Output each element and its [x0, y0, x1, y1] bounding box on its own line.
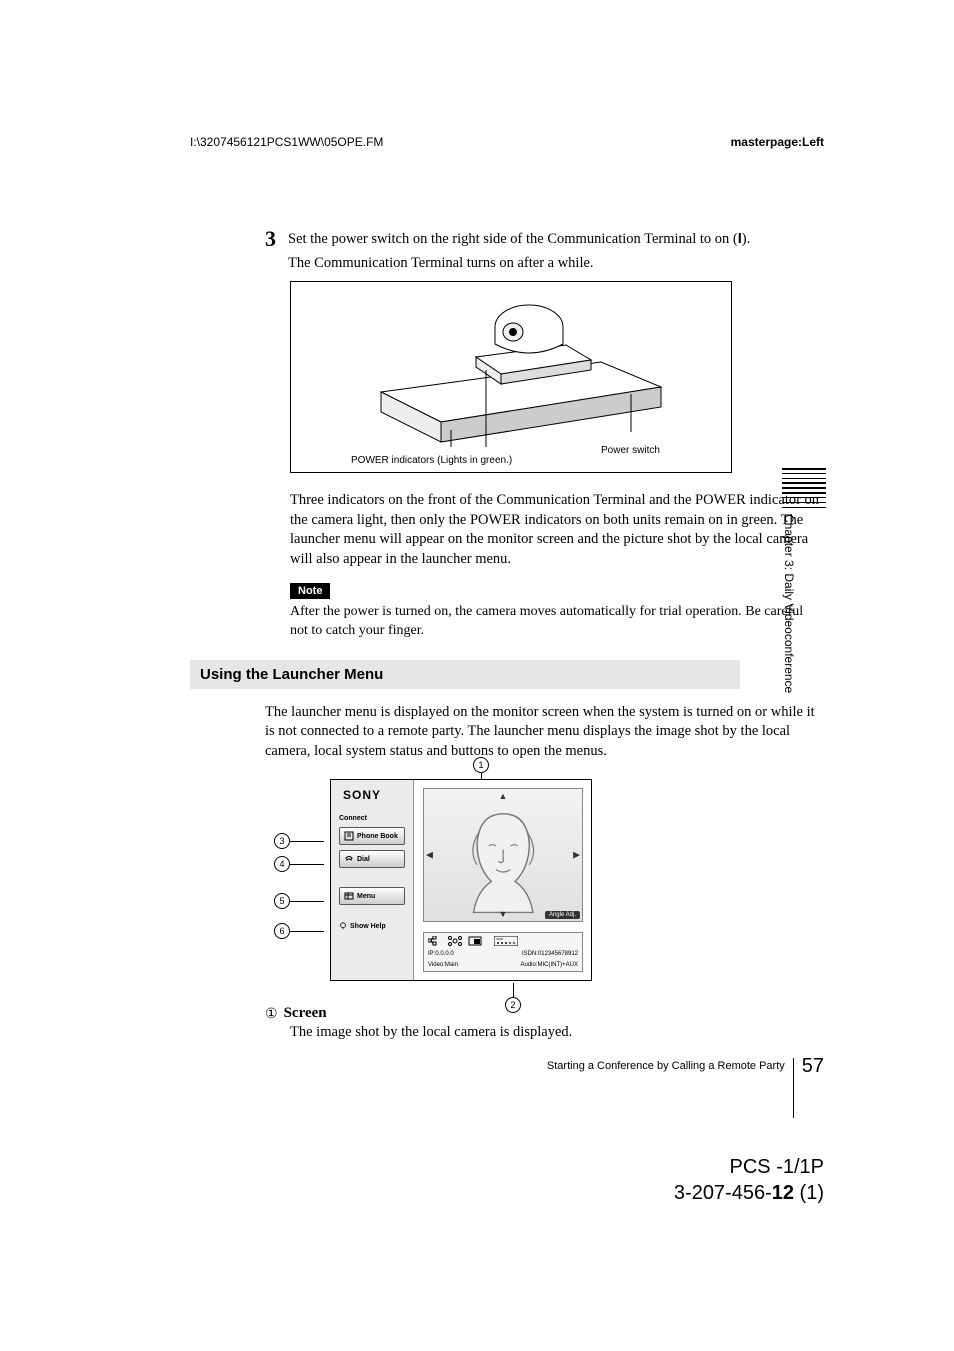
step-line1-a: Set the power switch on the right side o… — [288, 231, 738, 247]
svg-text:ISDN: ISDN — [496, 937, 503, 941]
header-masterpage: masterpage:Left — [731, 135, 824, 149]
launcher-sidebar: SONY Connect Phone Book Dial — [331, 780, 414, 980]
show-help-button[interactable]: Show Help — [339, 922, 386, 930]
step-3-block: 3 Set the power switch on the right side… — [265, 230, 824, 273]
callout-6-num: 6 — [274, 923, 290, 939]
status-video: Video:Main — [428, 962, 458, 968]
doc-id-2a: 3-207-456- — [674, 1182, 772, 1204]
section-heading-launcher: Using the Launcher Menu — [190, 660, 740, 689]
paragraph-after-figure1: Three indicators on the front of the Com… — [290, 491, 824, 569]
step-number: 3 — [265, 228, 276, 271]
launcher-intro: The launcher menu is displayed on the mo… — [265, 703, 824, 762]
callout-2-num: 2 — [505, 997, 521, 1013]
footer-text: Starting a Conference by Calling a Remot… — [547, 1060, 785, 1072]
display-icon — [468, 936, 482, 946]
step-line2: The Communication Terminal turns on afte… — [288, 254, 824, 274]
network-icon — [428, 936, 442, 946]
figure-launcher-wrap: 1 3 4 5 6 SONY — [280, 779, 640, 981]
doc-id-line1: PCS -1/1P — [674, 1154, 824, 1180]
phone-book-button[interactable]: Phone Book — [339, 827, 405, 845]
callout-3: 3 — [274, 833, 324, 849]
arrow-left-icon: ◀ — [426, 850, 433, 861]
angle-adj-label: Angle Adj. — [545, 911, 580, 919]
terminal-svg — [291, 282, 731, 472]
content-area: 3 Set the power switch on the right side… — [190, 230, 824, 1041]
item-1-title: Screen — [284, 1005, 327, 1022]
callout-4: 4 — [274, 856, 324, 872]
doc-id-2b: 12 — [772, 1182, 794, 1204]
note-text: After the power is turned on, the camera… — [290, 603, 824, 639]
footer-divider — [793, 1058, 794, 1118]
show-help-label: Show Help — [350, 923, 386, 930]
callout-2: 2 — [505, 983, 521, 1013]
side-tab-lines — [782, 468, 826, 508]
launcher-menu-figure: SONY Connect Phone Book Dial — [330, 779, 592, 981]
arrow-right-icon: ▶ — [573, 850, 580, 861]
note-badge: Note — [290, 583, 330, 599]
step-text: Set the power switch on the right side o… — [288, 230, 824, 273]
status-ip: IP:0.0.0.0 — [428, 951, 454, 957]
bulb-icon — [339, 922, 347, 930]
multipoint-icon — [448, 936, 462, 946]
callout-3-num: 3 — [274, 833, 290, 849]
figure-terminal: POWER indicators (Lights in green.) Powe… — [290, 281, 732, 473]
dial-label: Dial — [357, 856, 370, 863]
sony-logo: SONY — [343, 788, 381, 802]
callout-6: 6 — [274, 923, 324, 939]
dial-button[interactable]: Dial — [339, 850, 405, 868]
launcher-main-view: ▲ ▼ ◀ ▶ Angle Adj. — [423, 788, 583, 922]
chapter-side-tab: Chapter 3: Daily Videoconference — [782, 468, 826, 706]
callout-3-line — [290, 841, 324, 842]
status-text-row1: IP:0.0.0.0 ISDN:012345678912 — [428, 951, 578, 957]
connect-label: Connect — [339, 815, 367, 822]
doc-id-line2: 3-207-456-12 (1) — [674, 1180, 824, 1206]
callout-1-num: 1 — [473, 757, 489, 773]
callout-5: 5 — [274, 893, 324, 909]
isdn-box-icon: ISDN — [494, 936, 518, 946]
document-page: I:\3207456121PCS1WW\05OPE.FM masterpage:… — [0, 0, 954, 1351]
chapter-side-label: Chapter 3: Daily Videoconference — [782, 514, 796, 704]
step-line1-b: ). — [742, 231, 750, 247]
face-illustration — [440, 796, 566, 915]
menu-label: Menu — [357, 893, 375, 900]
phone-book-icon — [344, 831, 354, 841]
callout-6-line — [290, 931, 324, 932]
menu-button[interactable]: Menu — [339, 887, 405, 905]
status-icons-row: ISDN — [428, 936, 578, 946]
status-audio: Audio:MIC(INT)+AUX — [520, 962, 578, 968]
item-1-heading: ① Screen — [265, 1005, 824, 1022]
phone-book-label: Phone Book — [357, 833, 398, 840]
status-isdn: ISDN:012345678912 — [522, 951, 578, 957]
page-number: 57 — [802, 1055, 824, 1078]
footer: Starting a Conference by Calling a Remot… — [547, 1036, 824, 1096]
header-file-path: I:\3207456121PCS1WW\05OPE.FM — [190, 135, 383, 149]
dial-icon — [344, 854, 354, 864]
arrow-up-icon: ▲ — [499, 791, 508, 801]
callout-2-line — [513, 983, 514, 997]
item-1-number: ① — [265, 1005, 278, 1022]
callout-4-line — [290, 864, 324, 865]
figure1-label-power-indicators: POWER indicators (Lights in green.) — [351, 455, 512, 466]
figure1-label-power-switch: Power switch — [601, 445, 660, 456]
launcher-status-bar: ISDN IP:0.0.0.0 ISDN:012345678912 Video:… — [423, 932, 583, 972]
callout-4-num: 4 — [274, 856, 290, 872]
doc-id-2c: (1) — [794, 1182, 824, 1204]
menu-icon — [344, 891, 354, 901]
document-id: PCS -1/1P 3-207-456-12 (1) — [674, 1154, 824, 1206]
callout-5-num: 5 — [274, 893, 290, 909]
status-text-row2: Video:Main Audio:MIC(INT)+AUX — [428, 962, 578, 968]
callout-5-line — [290, 901, 324, 902]
arrow-down-icon: ▼ — [499, 909, 508, 919]
